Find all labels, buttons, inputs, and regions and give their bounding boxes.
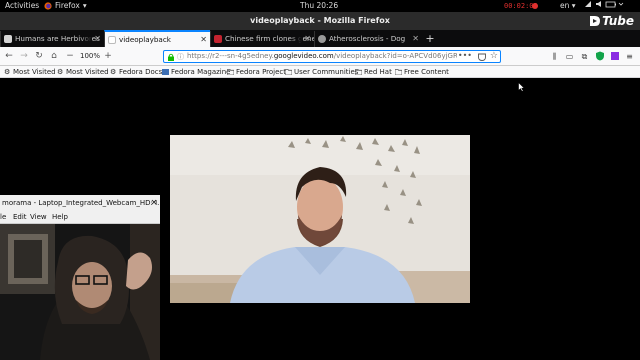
bookmark-most-visited-2[interactable]: ⚙ Most Visited xyxy=(57,66,109,78)
tab-atherosclerosis-dog[interactable]: Atherosclerosis - Dog ✕ xyxy=(314,31,422,47)
language-indicator[interactable]: en ▾ xyxy=(560,0,576,12)
system-menu[interactable] xyxy=(585,0,625,12)
network-icon xyxy=(585,1,624,8)
menu-file[interactable]: le xyxy=(0,211,6,224)
tab-strip: Humans are Herbivores ✕ videoplayback ✕ … xyxy=(0,30,640,47)
sidebar-icon[interactable]: ▭ xyxy=(564,51,575,62)
video-player[interactable] xyxy=(170,135,470,303)
gnome-top-bar: Activities Firefox ▾ Thu 20:26 00:02:02 … xyxy=(0,0,640,12)
home-button[interactable]: ⌂ xyxy=(48,50,60,62)
window-title-bar[interactable]: videoplayback - Mozilla Firefox Tube xyxy=(0,12,640,30)
dtube-watermark-text: Tube xyxy=(602,14,634,28)
forward-button[interactable]: → xyxy=(18,50,30,62)
new-tab-button[interactable]: + xyxy=(424,30,436,47)
app-name: Firefox xyxy=(55,1,80,10)
mozilla-vpn-icon[interactable] xyxy=(594,51,605,62)
bookmark-star-icon[interactable]: ☆ xyxy=(490,51,498,62)
favicon-icon xyxy=(318,35,326,43)
folder-icon xyxy=(355,69,362,75)
close-tab-icon[interactable]: ✕ xyxy=(94,31,101,46)
library-icon[interactable]: ⫼ xyxy=(549,51,560,62)
tab-label: videoplayback xyxy=(119,35,171,44)
app-menu-button[interactable]: Firefox ▾ xyxy=(44,0,87,12)
gear-icon: ⚙ xyxy=(57,68,64,76)
url-bar[interactable]: ⓘ https://r2---sn-4g5edney.googlevideo.c… xyxy=(163,50,501,63)
dtube-logo-icon xyxy=(590,16,601,26)
navigation-toolbar: ← → ↻ ⌂ − 100% + ⓘ https://r2---sn-4g5ed… xyxy=(0,47,640,66)
activities-button[interactable]: Activities xyxy=(5,0,39,12)
menu-view[interactable]: View xyxy=(30,211,47,224)
bookmark-fedora-project[interactable]: Fedora Project xyxy=(227,66,286,78)
menu-edit[interactable]: Edit xyxy=(13,211,27,224)
screenshot-icon[interactable]: ⧉ xyxy=(579,51,590,62)
tab-chinese-firm-clones-gene[interactable]: Chinese firm clones gene ✕ xyxy=(210,31,314,47)
mouse-cursor-icon xyxy=(518,82,525,92)
close-icon[interactable]: ✕ xyxy=(149,195,159,211)
folder-icon xyxy=(227,69,234,75)
dtube-watermark: Tube xyxy=(589,14,634,28)
tab-label: Atherosclerosis - Dog xyxy=(329,34,406,43)
clock[interactable]: Thu 20:26 xyxy=(300,0,338,12)
bookmark-fedora-magazine[interactable]: Fedora Magazine xyxy=(162,66,231,78)
language-label: en xyxy=(560,1,570,10)
favicon-icon xyxy=(214,35,222,43)
firefox-icon xyxy=(44,2,52,10)
info-icon[interactable]: ⓘ xyxy=(177,52,185,61)
bookmark-icon xyxy=(162,69,169,75)
back-button[interactable]: ← xyxy=(3,50,15,62)
menu-help[interactable]: Help xyxy=(52,211,68,224)
menu-icon[interactable]: ≡ xyxy=(624,51,635,62)
folder-icon xyxy=(395,69,402,75)
zoom-in-button[interactable]: + xyxy=(102,50,114,62)
lock-icon[interactable] xyxy=(167,53,175,61)
window-title: videoplayback - Mozilla Firefox xyxy=(250,16,390,25)
bookmark-most-visited[interactable]: ⚙ Most Visited xyxy=(4,66,56,78)
tab-videoplayback[interactable]: videoplayback ✕ xyxy=(104,30,210,47)
gear-icon: ⚙ xyxy=(4,68,11,76)
fedora-icon: ⚙ xyxy=(110,68,117,76)
bookmarks-toolbar: ⚙ Most Visited ⚙ Most Visited ⚙ Fedora D… xyxy=(0,66,640,78)
webcam-menu-bar: le Edit View Help xyxy=(0,211,160,224)
reload-button[interactable]: ↻ xyxy=(33,50,45,62)
zoom-out-button[interactable]: − xyxy=(64,50,76,62)
chevron-down-icon: ▾ xyxy=(82,1,87,10)
record-icon[interactable] xyxy=(532,3,538,9)
bookmark-fedora-docs[interactable]: ⚙ Fedora Docs xyxy=(110,66,162,78)
bookmark-free-content[interactable]: Free Content xyxy=(395,66,449,78)
close-tab-icon[interactable]: ✕ xyxy=(304,31,311,46)
url-text[interactable]: https://r2---sn-4g5edney.googlevideo.com… xyxy=(187,51,457,62)
close-tab-icon[interactable]: ✕ xyxy=(412,31,419,46)
page-actions-button[interactable]: ••• xyxy=(458,51,472,61)
favicon-icon xyxy=(108,36,116,44)
pocket-icon[interactable] xyxy=(478,53,486,61)
video-frame xyxy=(170,135,470,303)
favicon-icon xyxy=(4,35,12,43)
webcam-window-title[interactable]: morama - Laptop_Integrated_Webcam_HD: I.… xyxy=(0,195,160,211)
webcam-window[interactable]: morama - Laptop_Integrated_Webcam_HD: I.… xyxy=(0,195,160,360)
extension-icon[interactable] xyxy=(609,51,620,62)
tab-humans-are-herbivores[interactable]: Humans are Herbivores ✕ xyxy=(0,31,104,47)
bookmark-user-communities[interactable]: User Communities xyxy=(285,66,358,78)
close-tab-icon[interactable]: ✕ xyxy=(200,32,207,47)
folder-icon xyxy=(285,69,292,75)
webcam-feed xyxy=(0,224,160,360)
webcam-frame xyxy=(0,224,160,360)
bookmark-red-hat[interactable]: Red Hat xyxy=(355,66,392,78)
zoom-level[interactable]: 100% xyxy=(80,50,100,62)
